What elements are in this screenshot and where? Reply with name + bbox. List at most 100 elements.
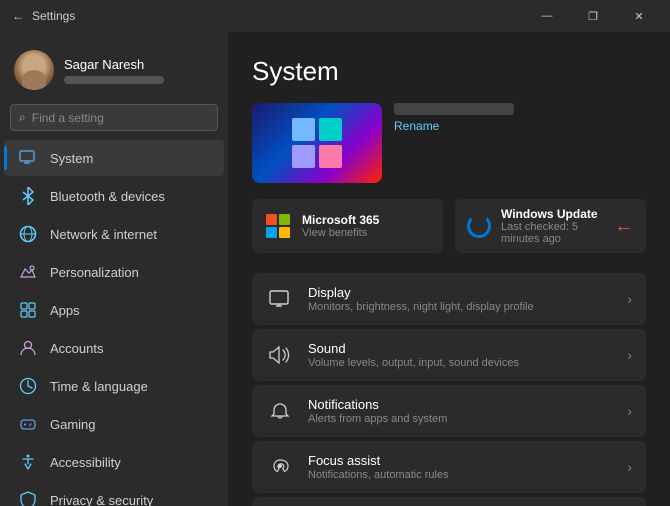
avatar xyxy=(14,50,54,90)
ms365-title: Microsoft 365 xyxy=(302,213,379,227)
focus-title: Focus assist xyxy=(308,453,613,468)
ms-pane-3 xyxy=(266,227,277,238)
sound-icon xyxy=(266,341,294,369)
notifications-chevron-icon: › xyxy=(627,403,632,419)
win-pane-4 xyxy=(319,145,342,168)
settings-list: Display Monitors, brightness, night ligh… xyxy=(252,273,646,506)
windows-update-card[interactable]: Windows Update Last checked: 5 minutes a… xyxy=(455,199,646,253)
ms365-text: Microsoft 365 View benefits xyxy=(302,213,379,239)
search-input[interactable] xyxy=(32,111,209,125)
wu-spinner-icon xyxy=(467,214,491,238)
sound-text: Sound Volume levels, output, input, soun… xyxy=(308,341,613,369)
sidebar-item-label: Privacy & security xyxy=(50,493,153,506)
notifications-icon xyxy=(266,397,294,425)
sidebar-item-bluetooth[interactable]: Bluetooth & devices xyxy=(4,178,224,214)
display-desc: Monitors, brightness, night light, displ… xyxy=(308,301,613,313)
titlebar: ← Settings — ❐ ✕ xyxy=(0,0,670,32)
display-icon xyxy=(266,285,294,313)
ms365-logo xyxy=(266,214,290,238)
ms-pane-2 xyxy=(279,214,290,225)
settings-item-focus[interactable]: Focus assist Notifications, automatic ru… xyxy=(252,441,646,493)
ms365-icon xyxy=(264,212,292,240)
notifications-title: Notifications xyxy=(308,397,613,412)
gaming-icon xyxy=(18,414,38,434)
win-pane-1 xyxy=(292,118,315,141)
sidebar-item-label: Network & internet xyxy=(50,227,157,242)
wu-arrow-icon: ← xyxy=(614,215,634,238)
notifications-text: Notifications Alerts from apps and syste… xyxy=(308,397,613,425)
minimize-button[interactable]: — xyxy=(524,0,570,32)
time-icon xyxy=(18,376,38,396)
sidebar-item-label: Accessibility xyxy=(50,455,121,470)
accounts-icon xyxy=(18,338,38,358)
display-title: Display xyxy=(308,285,613,300)
sidebar-item-label: Accounts xyxy=(50,341,103,356)
sidebar-item-label: Gaming xyxy=(50,417,96,432)
main-content: System Rename xyxy=(228,32,670,506)
user-info: Sagar Naresh xyxy=(64,57,164,84)
search-box[interactable]: ⌕ xyxy=(10,104,218,131)
apps-icon xyxy=(18,300,38,320)
windows-logo xyxy=(292,118,342,168)
user-email xyxy=(64,76,164,84)
sidebar-item-apps[interactable]: Apps xyxy=(4,292,224,328)
wu-subtitle: Last checked: 5 minutes ago xyxy=(501,221,600,245)
top-cards: Rename xyxy=(252,103,646,183)
sidebar-item-label: Apps xyxy=(50,303,80,318)
accessibility-icon xyxy=(18,452,38,472)
sidebar-item-accounts[interactable]: Accounts xyxy=(4,330,224,366)
wu-title: Windows Update xyxy=(501,207,600,221)
back-button[interactable]: ← xyxy=(12,9,24,23)
user-section[interactable]: Sagar Naresh xyxy=(0,40,228,104)
ms365-subtitle: View benefits xyxy=(302,227,379,239)
device-name xyxy=(394,103,514,115)
page-title: System xyxy=(252,56,646,87)
win-pane-3 xyxy=(292,145,315,168)
avatar-image xyxy=(14,50,54,90)
search-icon: ⌕ xyxy=(19,110,26,125)
sound-desc: Volume levels, output, input, sound devi… xyxy=(308,357,613,369)
sidebar-item-label: System xyxy=(50,151,93,166)
display-text: Display Monitors, brightness, night ligh… xyxy=(308,285,613,313)
sidebar-item-personalization[interactable]: Personalization xyxy=(4,254,224,290)
focus-chevron-icon: › xyxy=(627,459,632,475)
windows-update-icon xyxy=(467,212,491,240)
sidebar-item-label: Time & language xyxy=(50,379,148,394)
settings-item-power[interactable]: Power & battery Sleep, battery usage, ba… xyxy=(252,497,646,506)
settings-item-display[interactable]: Display Monitors, brightness, night ligh… xyxy=(252,273,646,325)
settings-item-notifications[interactable]: Notifications Alerts from apps and syste… xyxy=(252,385,646,437)
titlebar-controls: — ❐ ✕ xyxy=(524,0,662,32)
system-image-card xyxy=(252,103,382,183)
network-icon xyxy=(18,224,38,244)
system-info: Rename xyxy=(394,103,514,133)
wu-text: Windows Update Last checked: 5 minutes a… xyxy=(501,207,600,245)
ms365-card[interactable]: Microsoft 365 View benefits xyxy=(252,199,443,253)
maximize-button[interactable]: ❐ xyxy=(570,0,616,32)
sidebar-item-privacy[interactable]: Privacy & security xyxy=(4,482,224,506)
sidebar: Sagar Naresh ⌕ System xyxy=(0,32,228,506)
settings-item-sound[interactable]: Sound Volume levels, output, input, soun… xyxy=(252,329,646,381)
ms-pane-4 xyxy=(279,227,290,238)
info-cards: Microsoft 365 View benefits Windows Upda… xyxy=(252,199,646,253)
sidebar-item-network[interactable]: Network & internet xyxy=(4,216,224,252)
sidebar-item-gaming[interactable]: Gaming xyxy=(4,406,224,442)
ms-pane-1 xyxy=(266,214,277,225)
notifications-desc: Alerts from apps and system xyxy=(308,413,613,425)
close-button[interactable]: ✕ xyxy=(616,0,662,32)
sidebar-item-system[interactable]: System xyxy=(4,140,224,176)
titlebar-title: Settings xyxy=(32,9,75,23)
avatar-figure xyxy=(22,70,46,90)
focus-icon xyxy=(266,453,294,481)
sound-chevron-icon: › xyxy=(627,347,632,363)
system-icon xyxy=(18,148,38,168)
sidebar-item-time[interactable]: Time & language xyxy=(4,368,224,404)
rename-link[interactable]: Rename xyxy=(394,119,514,133)
titlebar-left: ← Settings xyxy=(12,9,75,23)
personalization-icon xyxy=(18,262,38,282)
sidebar-item-accessibility[interactable]: Accessibility xyxy=(4,444,224,480)
sidebar-item-label: Bluetooth & devices xyxy=(50,189,165,204)
user-name: Sagar Naresh xyxy=(64,57,164,72)
win-pane-2 xyxy=(319,118,342,141)
sidebar-item-label: Personalization xyxy=(50,265,139,280)
focus-desc: Notifications, automatic rules xyxy=(308,469,613,481)
